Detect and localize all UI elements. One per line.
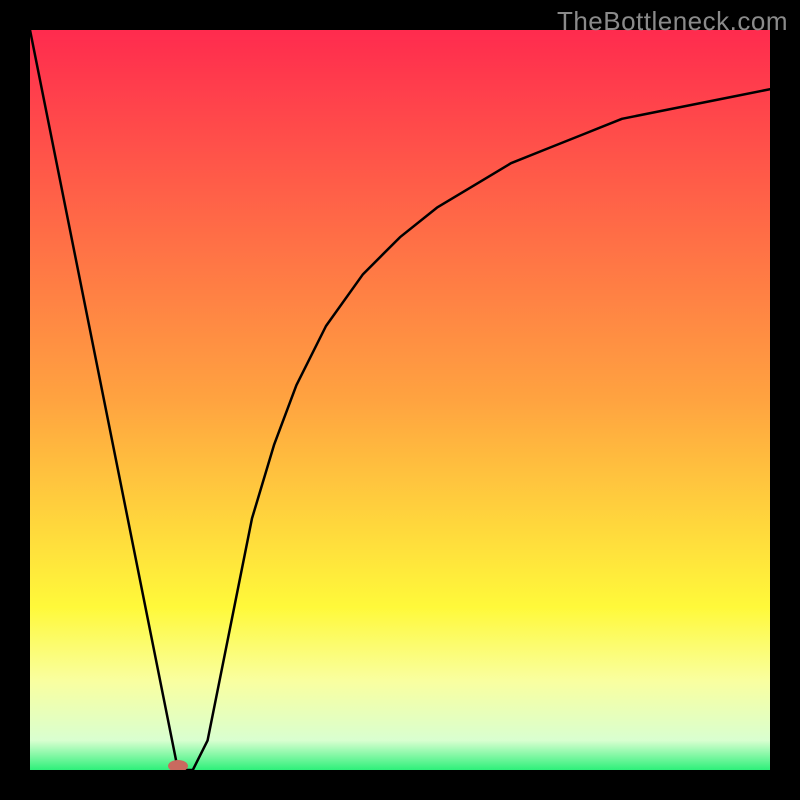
watermark-label: TheBottleneck.com [557, 6, 788, 37]
plot-background [30, 30, 770, 770]
chart-frame: TheBottleneck.com [0, 0, 800, 800]
plot-svg [30, 30, 770, 770]
bottleneck-plot [30, 30, 770, 770]
